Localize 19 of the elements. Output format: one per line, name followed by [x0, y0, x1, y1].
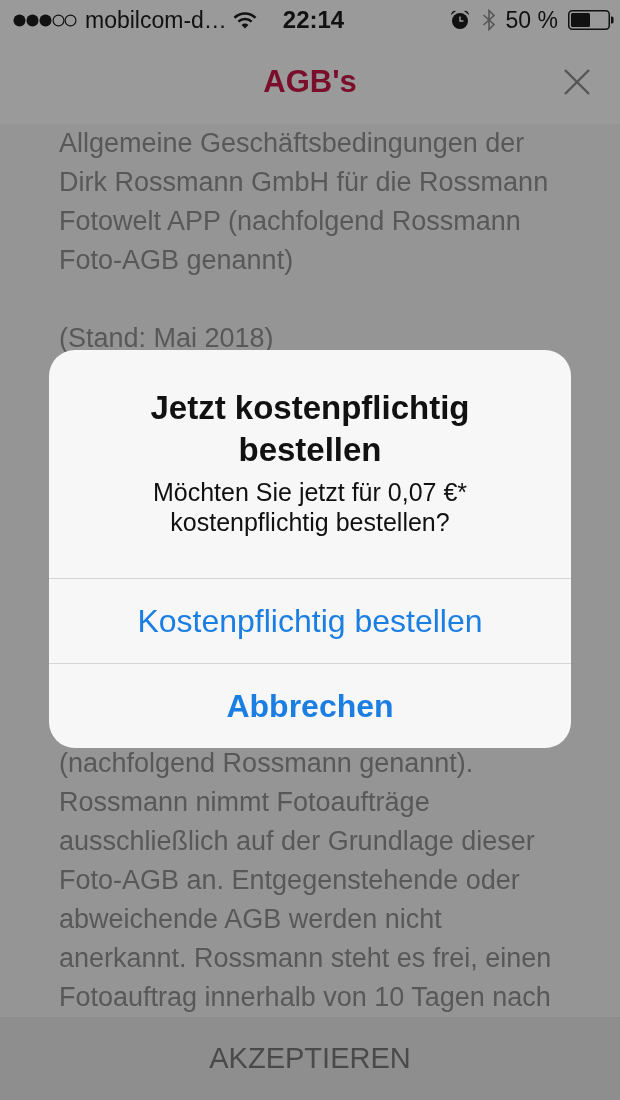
confirm-order-button[interactable]: Kostenpflichtig bestellen: [49, 578, 571, 663]
accept-button[interactable]: AKZEPTIEREN: [0, 1017, 620, 1100]
signal-strength-icon: [13, 13, 77, 27]
page-title: AGB's: [263, 63, 357, 101]
terms-paragraph: (Stand: Mai 2018): [59, 322, 275, 355]
terms-paragraph: Allgemeine Geschäftsbedingungen der Dirk Rossmann GmbH für die Rossmann Fotowelt APP (nachfolgend Rossmann Foto-AGB genannt): [59, 127, 550, 277]
bluetooth-icon: [481, 9, 496, 31]
battery-percentage: 50 %: [505, 6, 558, 34]
close-icon: [564, 69, 590, 95]
clock-time: 22:14: [282, 6, 345, 34]
close-button[interactable]: [564, 69, 590, 95]
alert-title: Jetzt kostenpflichtig bestellen: [149, 388, 471, 470]
carrier-name: mobilcom-d…: [85, 6, 227, 34]
wifi-icon: [232, 11, 257, 29]
cancel-button[interactable]: Abbrechen: [49, 663, 571, 748]
battery-icon: [568, 10, 614, 30]
alert-message: Möchten Sie jetzt für 0,07 €* kostenpflichtig bestellen?: [151, 477, 469, 537]
terms-paragraph: (nachfolgend Rossmann genannt). Rossmann nimmt Fotoaufträge ausschließlich auf der Grundlage dieser Foto-AGB an. Entgegenstehende oder abweichende AGB werden nicht anerkannt. Rossmann steht es frei, einen Fotoauftrag innerhalb von 10 Tagen nach: [59, 747, 553, 1014]
alarm-clock-icon: [449, 10, 470, 30]
